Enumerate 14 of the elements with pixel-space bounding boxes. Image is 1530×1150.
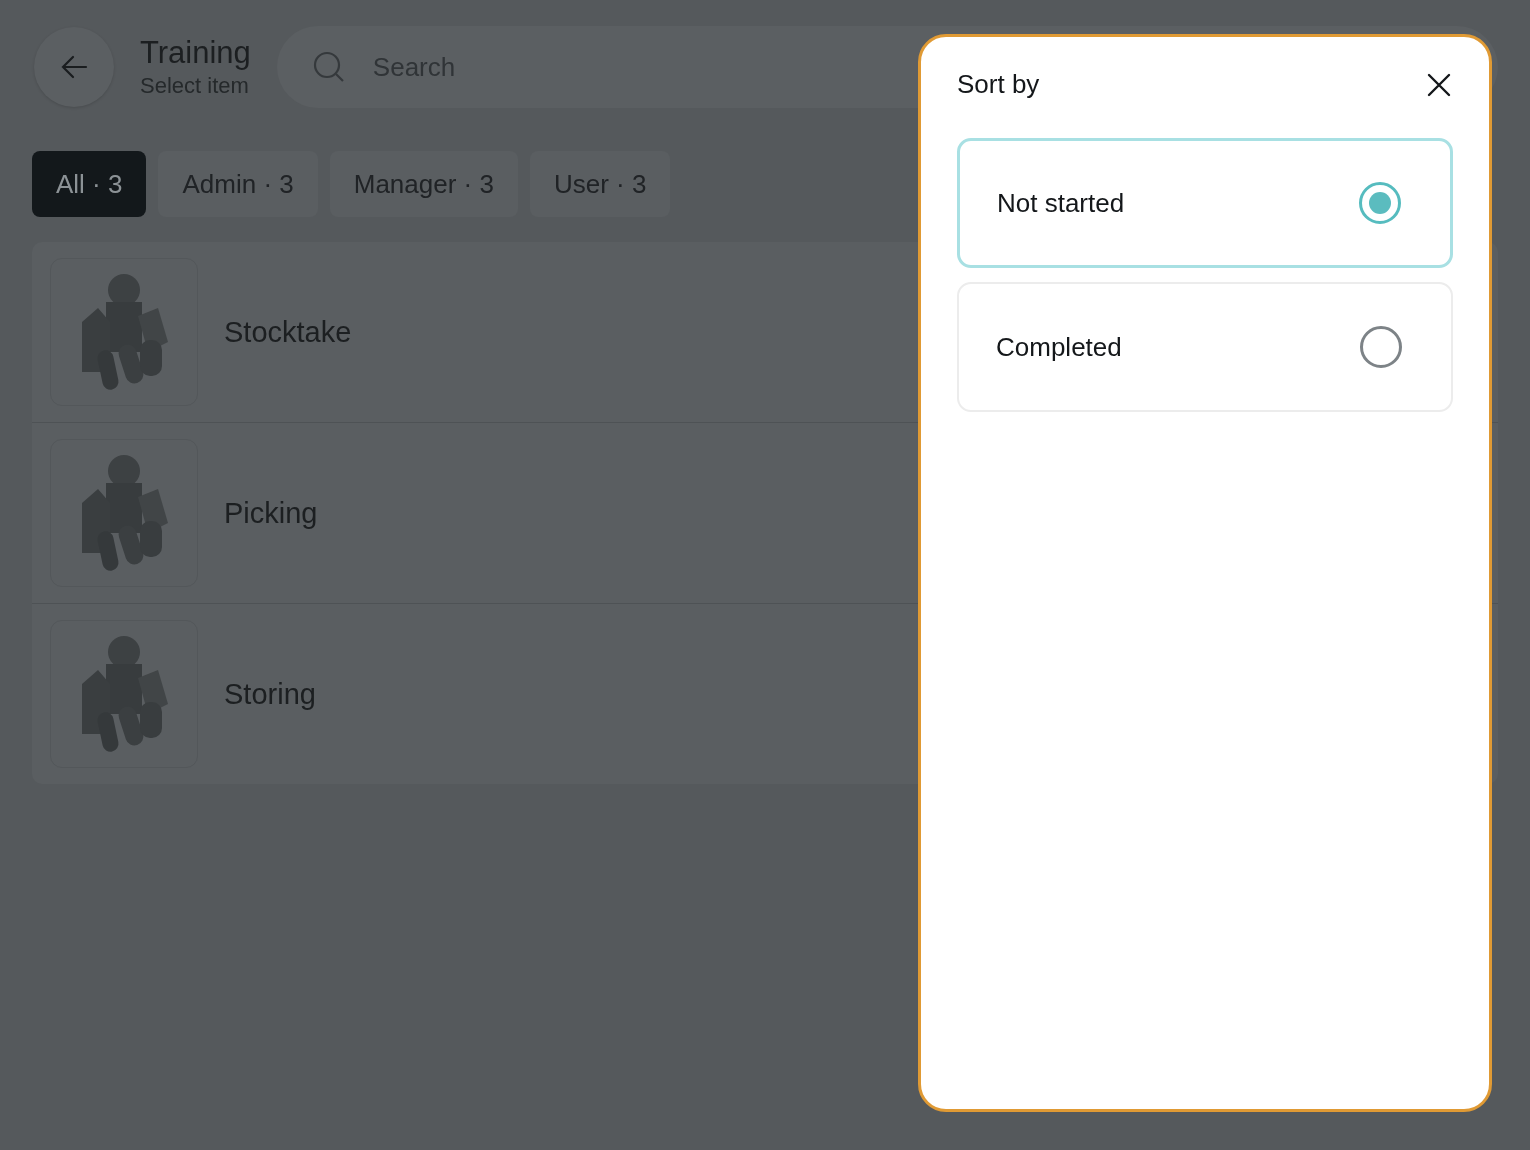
search-icon	[312, 51, 345, 83]
item-name[interactable]: Stocktake	[224, 315, 352, 349]
filter-tab[interactable]: User · 3	[529, 151, 671, 217]
sort-option[interactable]: Completed	[957, 282, 1453, 412]
close-icon	[1427, 72, 1451, 97]
sort-option[interactable]: Not started	[957, 138, 1453, 268]
page-title: Training	[140, 35, 251, 71]
item-name[interactable]: Storing	[224, 677, 316, 711]
filter-tab[interactable]: Manager · 3	[329, 151, 518, 217]
filter-tab[interactable]: Admin · 3	[158, 151, 318, 217]
item-name[interactable]: Picking	[224, 496, 318, 530]
filter-tab[interactable]: All · 3	[32, 151, 147, 217]
panel-title: Sort by	[957, 69, 1040, 100]
back-arrow-icon	[60, 55, 88, 79]
